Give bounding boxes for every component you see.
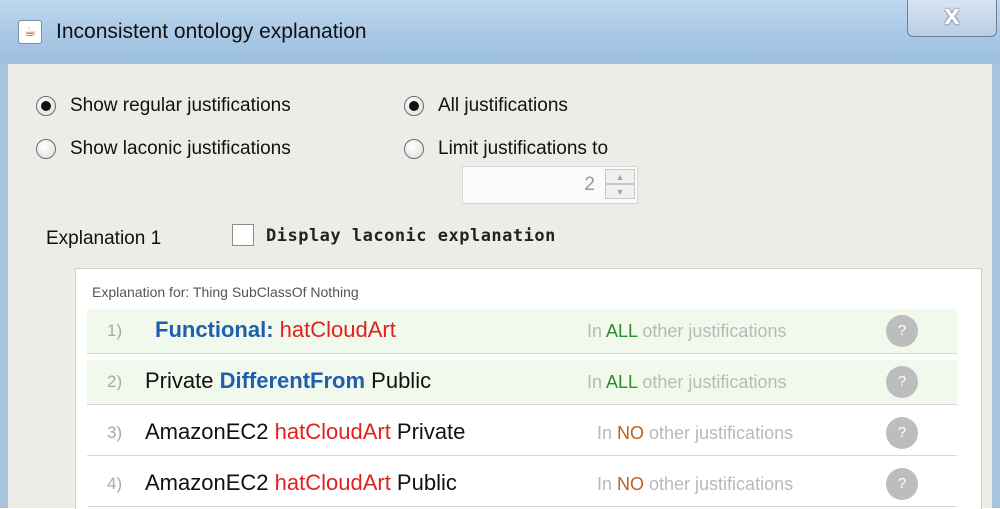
occurrence-note: In NO other justifications: [597, 474, 793, 495]
limit-spinner[interactable]: 2 ▲ ▼: [462, 166, 638, 204]
radio-show-regular[interactable]: Show regular justifications: [36, 95, 291, 117]
help-icon[interactable]: ?: [886, 366, 918, 398]
note-quantifier: NO: [617, 474, 645, 494]
spinner-down-icon[interactable]: ▼: [605, 184, 635, 199]
occurrence-note: In ALL other justifications: [587, 321, 786, 342]
radio-selected-indicator: [36, 96, 56, 116]
java-app-icon: ☕: [18, 20, 42, 44]
row-number: 1): [107, 321, 123, 340]
justification-row[interactable]: 4) AmazonEC2 hatCloudArt Public In NO ot…: [87, 462, 957, 507]
radio-all-justifications[interactable]: All justifications: [404, 95, 568, 117]
radio-label: All justifications: [438, 95, 568, 116]
axiom-property: hatCloudArt: [279, 317, 396, 342]
note-prefix: In: [597, 423, 618, 443]
window-frame-right: [992, 64, 1000, 508]
axiom-property: hatCloudArt: [274, 419, 391, 444]
close-button[interactable]: X: [907, 0, 997, 37]
occurrence-note: In ALL other justifications: [587, 372, 786, 393]
justification-row[interactable]: 3) AmazonEC2 hatCloudArt Private In NO o…: [87, 411, 957, 456]
justification-row[interactable]: 2) Private DifferentFrom Public In ALL o…: [87, 360, 957, 405]
axiom-property: hatCloudArt: [274, 470, 391, 495]
axiom-prefix: Private: [145, 368, 220, 393]
axiom-text: AmazonEC2 hatCloudArt Private: [145, 419, 465, 445]
note-suffix: other justifications: [644, 474, 794, 494]
help-icon[interactable]: ?: [886, 417, 918, 449]
axiom-keyword: Functional:: [155, 317, 274, 342]
radio-indicator: [36, 139, 56, 159]
limit-value: 2: [584, 174, 595, 195]
axiom-prefix: AmazonEC2: [145, 419, 275, 444]
radio-label: Show laconic justifications: [70, 138, 291, 159]
axiom-text: Private DifferentFrom Public: [145, 368, 431, 394]
radio-indicator: [404, 139, 424, 159]
radio-label: Limit justifications to: [438, 138, 609, 159]
axiom-suffix: Private: [390, 419, 466, 444]
axiom-text: Functional: hatCloudArt: [155, 317, 396, 343]
axiom-suffix: Public: [365, 368, 432, 393]
window-frame-left: [0, 64, 8, 508]
row-number: 2): [107, 372, 123, 391]
explanation-label: Explanation 1: [46, 228, 162, 249]
note-prefix: In: [597, 474, 618, 494]
laconic-checkbox[interactable]: [232, 224, 254, 246]
radio-limit-justifications[interactable]: Limit justifications to: [404, 138, 608, 160]
laconic-checkbox-label[interactable]: Display laconic explanation: [266, 226, 556, 246]
explanation-header: Explanation for: Thing SubClassOf Nothin…: [92, 284, 359, 300]
note-suffix: other justifications: [637, 321, 787, 341]
help-icon[interactable]: ?: [886, 468, 918, 500]
note-prefix: In: [587, 321, 607, 341]
window-title: Inconsistent ontology explanation: [56, 20, 367, 43]
row-number: 3): [107, 423, 123, 442]
axiom-text: AmazonEC2 hatCloudArt Public: [145, 470, 457, 496]
help-icon[interactable]: ?: [886, 315, 918, 347]
axiom-keyword: DifferentFrom: [219, 368, 366, 393]
title-bar: ☕ Inconsistent ontology explanation X: [0, 0, 1000, 64]
axiom-suffix: Public: [390, 470, 457, 495]
row-number: 4): [107, 474, 123, 493]
radio-label: Show regular justifications: [70, 95, 291, 116]
note-quantifier: ALL: [606, 321, 638, 341]
axiom-prefix: AmazonEC2: [145, 470, 275, 495]
justification-row[interactable]: 1) Functional: hatCloudArt In ALL other …: [87, 309, 957, 354]
radio-show-laconic[interactable]: Show laconic justifications: [36, 138, 291, 160]
dialog-window: ☕ Inconsistent ontology explanation X Sh…: [0, 0, 1000, 509]
radio-selected-indicator: [404, 96, 424, 116]
note-suffix: other justifications: [637, 372, 787, 392]
note-suffix: other justifications: [644, 423, 794, 443]
spinner-up-icon[interactable]: ▲: [605, 169, 635, 184]
occurrence-note: In NO other justifications: [597, 423, 793, 444]
note-quantifier: ALL: [606, 372, 638, 392]
note-quantifier: NO: [617, 423, 645, 443]
note-prefix: In: [587, 372, 607, 392]
